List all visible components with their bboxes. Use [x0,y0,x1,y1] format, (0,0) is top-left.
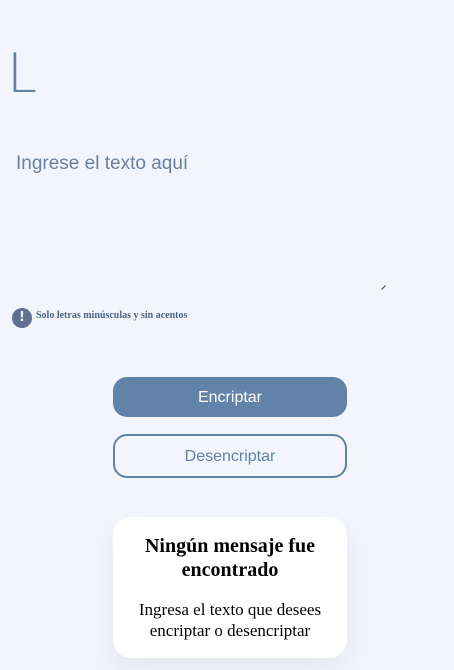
logo: L [7,42,38,105]
hint-text: Solo letras minúsculas y sin acentos [36,309,188,321]
exclamation-circle-icon: ! [12,308,32,328]
text-input[interactable] [0,140,388,292]
result-card: Ningún mensaje fue encontrado Ingresa el… [113,517,347,658]
encrypt-button[interactable]: Encriptar [113,377,347,417]
result-message: Ingresa el texto que desees encriptar o … [138,600,322,640]
decrypt-button[interactable]: Desencriptar [113,434,347,478]
resize-handle-icon[interactable] [381,285,386,290]
result-title: Ningún mensaje fue encontrado [144,535,315,581]
hint: ! Solo letras minúsculas y sin acentos [12,308,187,328]
